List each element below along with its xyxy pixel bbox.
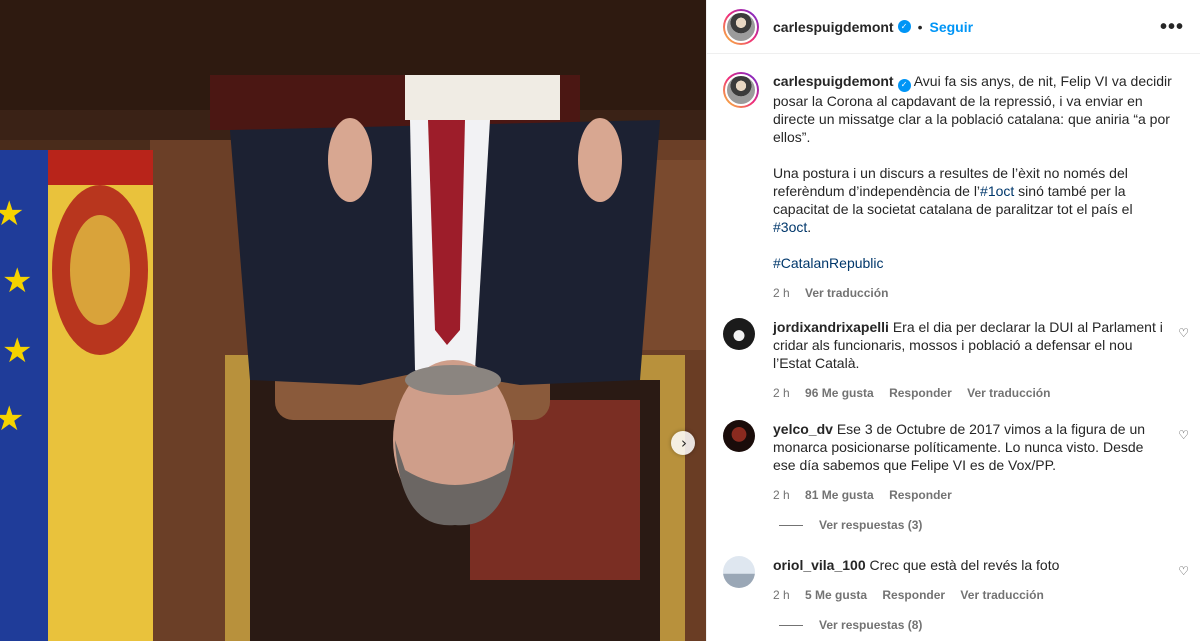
svg-text:★: ★ <box>2 331 32 371</box>
post-sidebar: carlespuigdemont ✓ • Seguir ••• carlespu… <box>706 0 1200 641</box>
like-heart-icon[interactable]: ♡ <box>1178 326 1189 340</box>
separator-dot: • <box>917 18 923 35</box>
comment-translate-button[interactable]: Ver traducción <box>960 588 1043 602</box>
comment-avatar[interactable] <box>723 420 755 452</box>
view-replies-label: Ver respuestas (3) <box>819 518 923 532</box>
view-replies-button[interactable]: Ver respuestas (3) <box>779 518 922 532</box>
caption-avatar[interactable] <box>723 72 759 108</box>
comment-item: oriol_vila_100 Crec que està del revés l… <box>707 556 1200 604</box>
more-options-icon[interactable]: ••• <box>1160 17 1184 37</box>
comment-likes[interactable]: 81 Me gusta <box>805 488 874 502</box>
like-heart-icon[interactable]: ♡ <box>1178 428 1189 442</box>
author-username[interactable]: carlespuigdemont <box>773 19 894 35</box>
next-photo-button[interactable]: › <box>671 431 695 455</box>
caption-meta: 2 h Ver traducción <box>773 284 1173 302</box>
comment-avatar[interactable] <box>723 556 755 588</box>
svg-text:★: ★ <box>0 194 24 234</box>
verified-badge-icon: ✓ <box>897 20 911 33</box>
comment-time: 2 h <box>773 386 790 400</box>
author-avatar[interactable] <box>723 8 759 45</box>
post-header: carlespuigdemont ✓ • Seguir ••• <box>707 0 1200 54</box>
follow-button[interactable]: Seguir <box>930 19 974 35</box>
comment-time: 2 h <box>773 588 790 602</box>
comment-username[interactable]: yelco_dv <box>773 421 833 437</box>
reply-button[interactable]: Responder <box>882 588 945 602</box>
replies-divider <box>779 624 803 626</box>
caption-text-2c: . <box>807 218 812 235</box>
comment-time: 2 h <box>773 488 790 502</box>
like-heart-icon[interactable]: ♡ <box>1178 564 1189 578</box>
caption-time: 2 h <box>773 285 790 300</box>
post-photo[interactable]: ★ ★ ★ ★ › <box>0 0 706 641</box>
replies-divider <box>779 524 803 526</box>
verified-badge-icon: ✓ <box>897 78 911 92</box>
upside-down-photo: ★ ★ ★ ★ <box>0 0 706 641</box>
hashtag-catalanrepublic[interactable]: #CatalanRepublic <box>773 255 884 271</box>
comment-text: Crec que està del revés la foto <box>869 557 1060 573</box>
reply-button[interactable]: Responder <box>889 488 952 502</box>
hashtag-1oct[interactable]: #1oct <box>980 183 1014 199</box>
view-replies-label: Ver respuestas (8) <box>819 618 923 632</box>
hashtag-3oct[interactable]: #3oct <box>773 219 807 235</box>
comment-username[interactable]: jordixandrixapelli <box>773 319 889 335</box>
svg-text:★: ★ <box>2 261 32 301</box>
caption-translate-button[interactable]: Ver traducción <box>805 286 888 300</box>
comment-likes[interactable]: 96 Me gusta <box>805 386 874 400</box>
comment-likes[interactable]: 5 Me gusta <box>805 588 867 602</box>
comment-translate-button[interactable]: Ver traducción <box>967 386 1050 400</box>
comment-avatar[interactable] <box>723 318 755 350</box>
comment-item: jordixandrixapelli Era el dia per declar… <box>707 318 1200 402</box>
svg-text:★: ★ <box>0 399 24 439</box>
comment-username[interactable]: oriol_vila_100 <box>773 557 866 573</box>
comment-item: yelco_dv Ese 3 de Octubre de 2017 vimos … <box>707 420 1200 504</box>
post-caption: carlespuigdemont ✓ Avui fa sis anys, de n… <box>707 54 1200 302</box>
caption-username[interactable]: carlespuigdemont <box>773 73 894 89</box>
view-replies-button[interactable]: Ver respuestas (8) <box>779 618 922 632</box>
chevron-right-icon: › <box>681 433 687 452</box>
reply-button[interactable]: Responder <box>889 386 952 400</box>
